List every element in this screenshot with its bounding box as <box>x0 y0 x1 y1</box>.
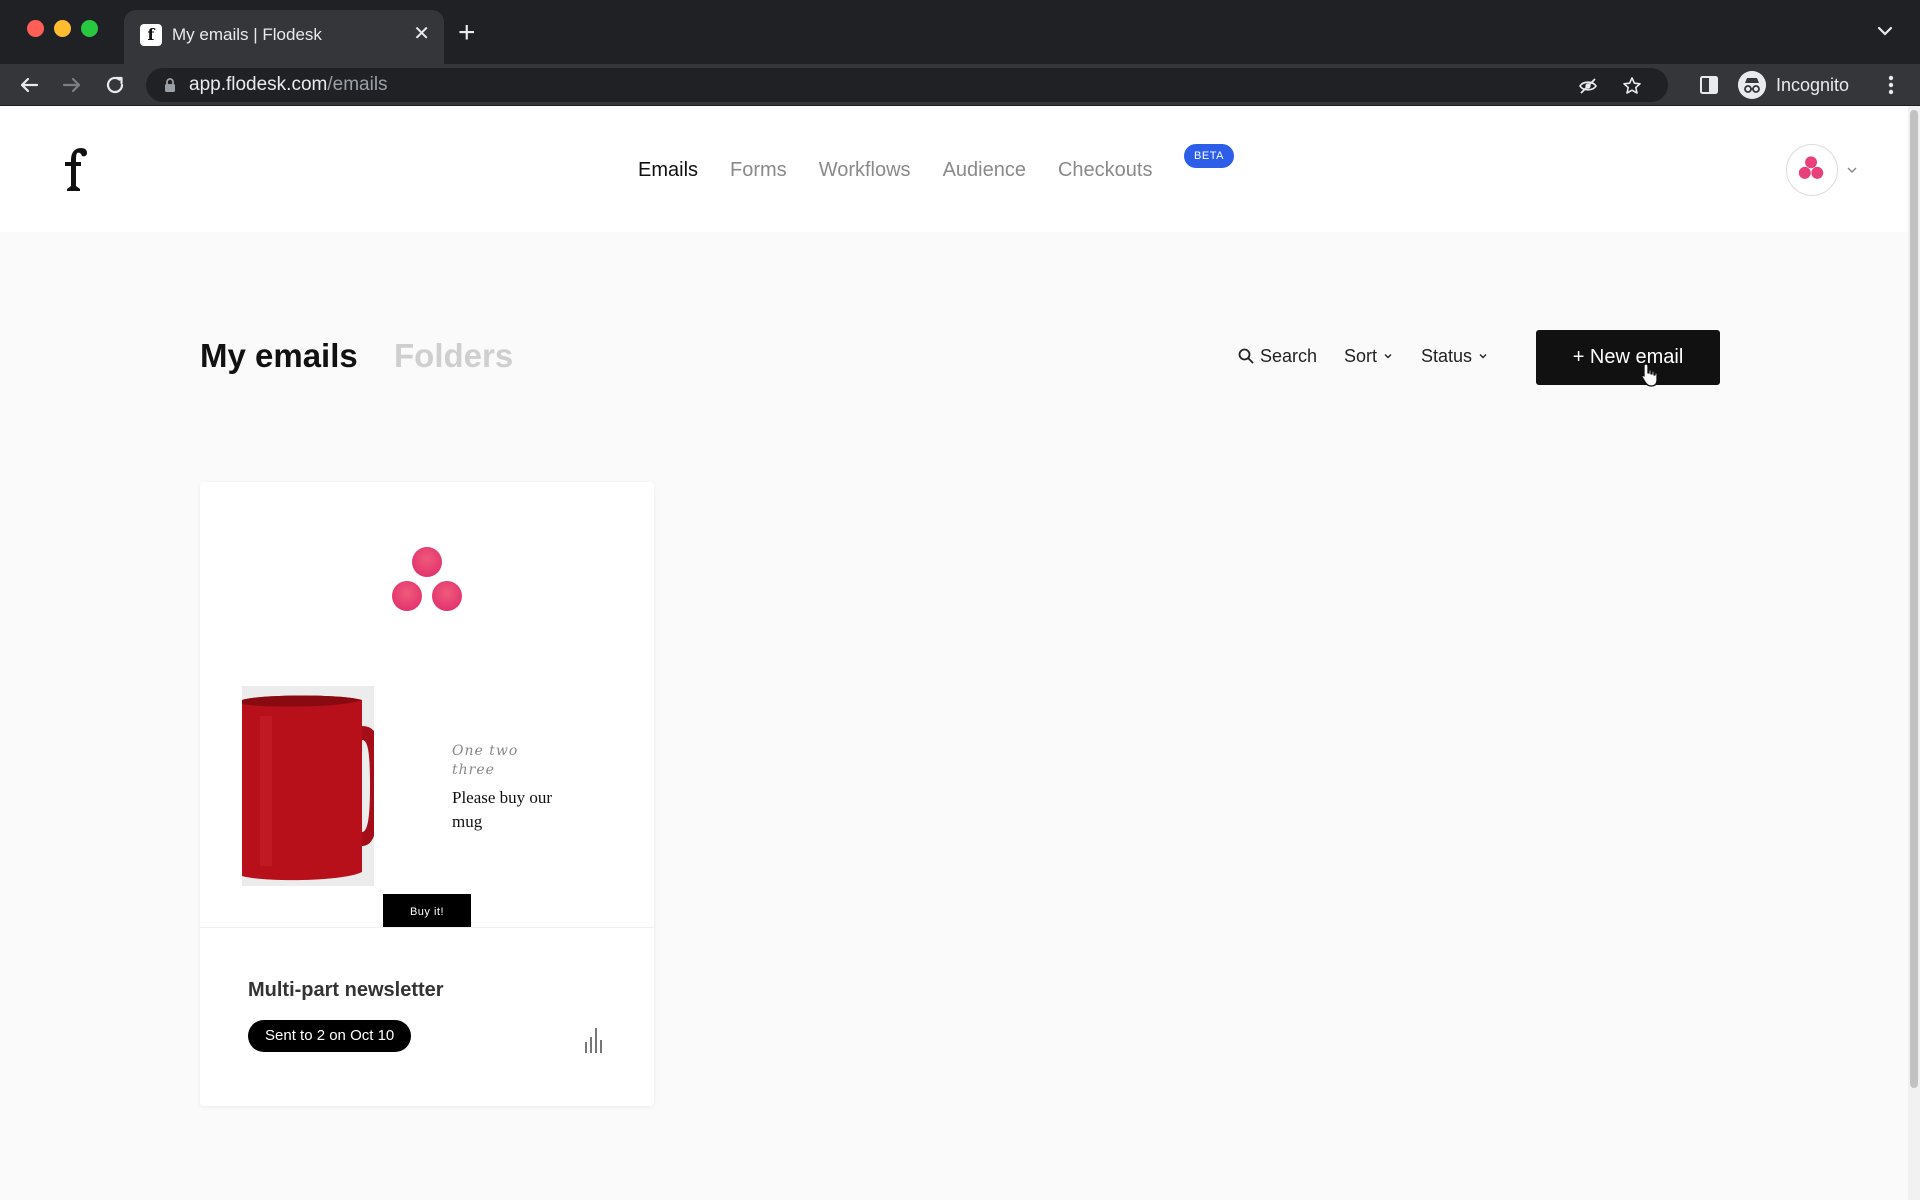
preview-buy-button: Buy it! <box>383 894 471 927</box>
window-close-button[interactable] <box>27 20 44 37</box>
sort-label: Sort <box>1344 346 1378 366</box>
lock-icon[interactable] <box>162 77 178 93</box>
window-minimize-button[interactable] <box>54 20 71 37</box>
stats-bar-chart-icon[interactable] <box>582 1026 606 1054</box>
preview-script-text: One two three <box>452 743 519 778</box>
hand-pointer-cursor-icon <box>1641 363 1658 387</box>
account-avatar[interactable] <box>1786 144 1838 196</box>
email-preview-thumbnail[interactable]: One two three Please buy our mug Buy it! <box>200 482 654 928</box>
app-header: Emails Forms Workflows Audience Checkout… <box>0 106 1908 232</box>
nav-audience[interactable]: Audience <box>943 158 1026 188</box>
back-arrow-icon[interactable] <box>17 73 41 97</box>
page-title-my-emails[interactable]: My emails <box>200 336 358 376</box>
nav-emails[interactable]: Emails <box>638 158 698 188</box>
status-chevron-down-icon <box>1479 354 1487 359</box>
forward-arrow-icon[interactable] <box>60 73 84 97</box>
nav-forms[interactable]: Forms <box>730 158 787 188</box>
tab-title: My emails | Flodesk <box>172 25 322 44</box>
side-panel-icon[interactable] <box>1698 74 1720 96</box>
browser-toolbar: app.flodesk.com/emails Incognito <box>0 64 1920 106</box>
tab-search-chevron-icon[interactable] <box>1874 20 1896 42</box>
beta-badge: BETA <box>1184 144 1234 168</box>
scrollbar-thumb[interactable] <box>1910 110 1918 1088</box>
brand-dots-logo-icon <box>392 547 462 611</box>
nav-workflows[interactable]: Workflows <box>819 158 911 188</box>
tab-folders[interactable]: Folders <box>394 336 513 376</box>
status-dropdown[interactable]: Status <box>1421 344 1488 368</box>
tab-close-icon[interactable]: ✕ <box>413 22 430 46</box>
sort-chevron-down-icon <box>1384 354 1392 359</box>
browser-tab-strip: f My emails | Flodesk ✕ + <box>0 0 1920 64</box>
incognito-icon <box>1738 71 1766 99</box>
new-tab-button[interactable]: + <box>458 16 476 50</box>
new-email-button[interactable]: + New email <box>1536 330 1720 385</box>
url-text: app.flodesk.com/emails <box>189 75 388 95</box>
incognito-profile-button[interactable]: Incognito <box>1736 69 1866 101</box>
account-chevron-down-icon[interactable] <box>1846 164 1858 176</box>
email-card[interactable]: One two three Please buy our mug Buy it!… <box>200 482 654 1106</box>
page-scrollbar[interactable] <box>1908 106 1920 1200</box>
main-nav: Emails Forms Workflows Audience Checkout… <box>638 158 1152 188</box>
status-label: Status <box>1421 346 1473 366</box>
eye-off-icon[interactable] <box>1578 76 1598 96</box>
window-zoom-button[interactable] <box>81 20 98 37</box>
search-label: Search <box>1260 346 1318 366</box>
red-mug-image <box>242 686 374 886</box>
status-badge: Sent to 2 on Oct 10 <box>248 1020 412 1052</box>
search-icon <box>1238 348 1254 364</box>
browser-menu-icon[interactable] <box>1880 73 1902 97</box>
address-bar[interactable]: app.flodesk.com/emails <box>146 68 1668 102</box>
browser-tab-active[interactable]: f My emails | Flodesk ✕ <box>124 10 444 64</box>
email-name[interactable]: Multi-part newsletter <box>248 978 444 1002</box>
bookmark-star-icon[interactable] <box>1622 76 1642 96</box>
url-path: /emails <box>327 74 388 95</box>
url-host: app.flodesk.com <box>189 74 328 95</box>
nav-checkouts[interactable]: Checkouts <box>1058 158 1153 188</box>
preview-body-text: Please buy our mug <box>452 788 553 831</box>
reload-icon[interactable] <box>103 73 127 97</box>
flodesk-logo-icon[interactable] <box>62 146 88 192</box>
sort-dropdown[interactable]: Sort <box>1344 344 1393 368</box>
brand-dots-icon <box>1798 156 1824 179</box>
incognito-label: Incognito <box>1776 75 1850 95</box>
flodesk-favicon-icon: f <box>140 24 162 46</box>
search-button[interactable]: Search <box>1238 344 1317 368</box>
